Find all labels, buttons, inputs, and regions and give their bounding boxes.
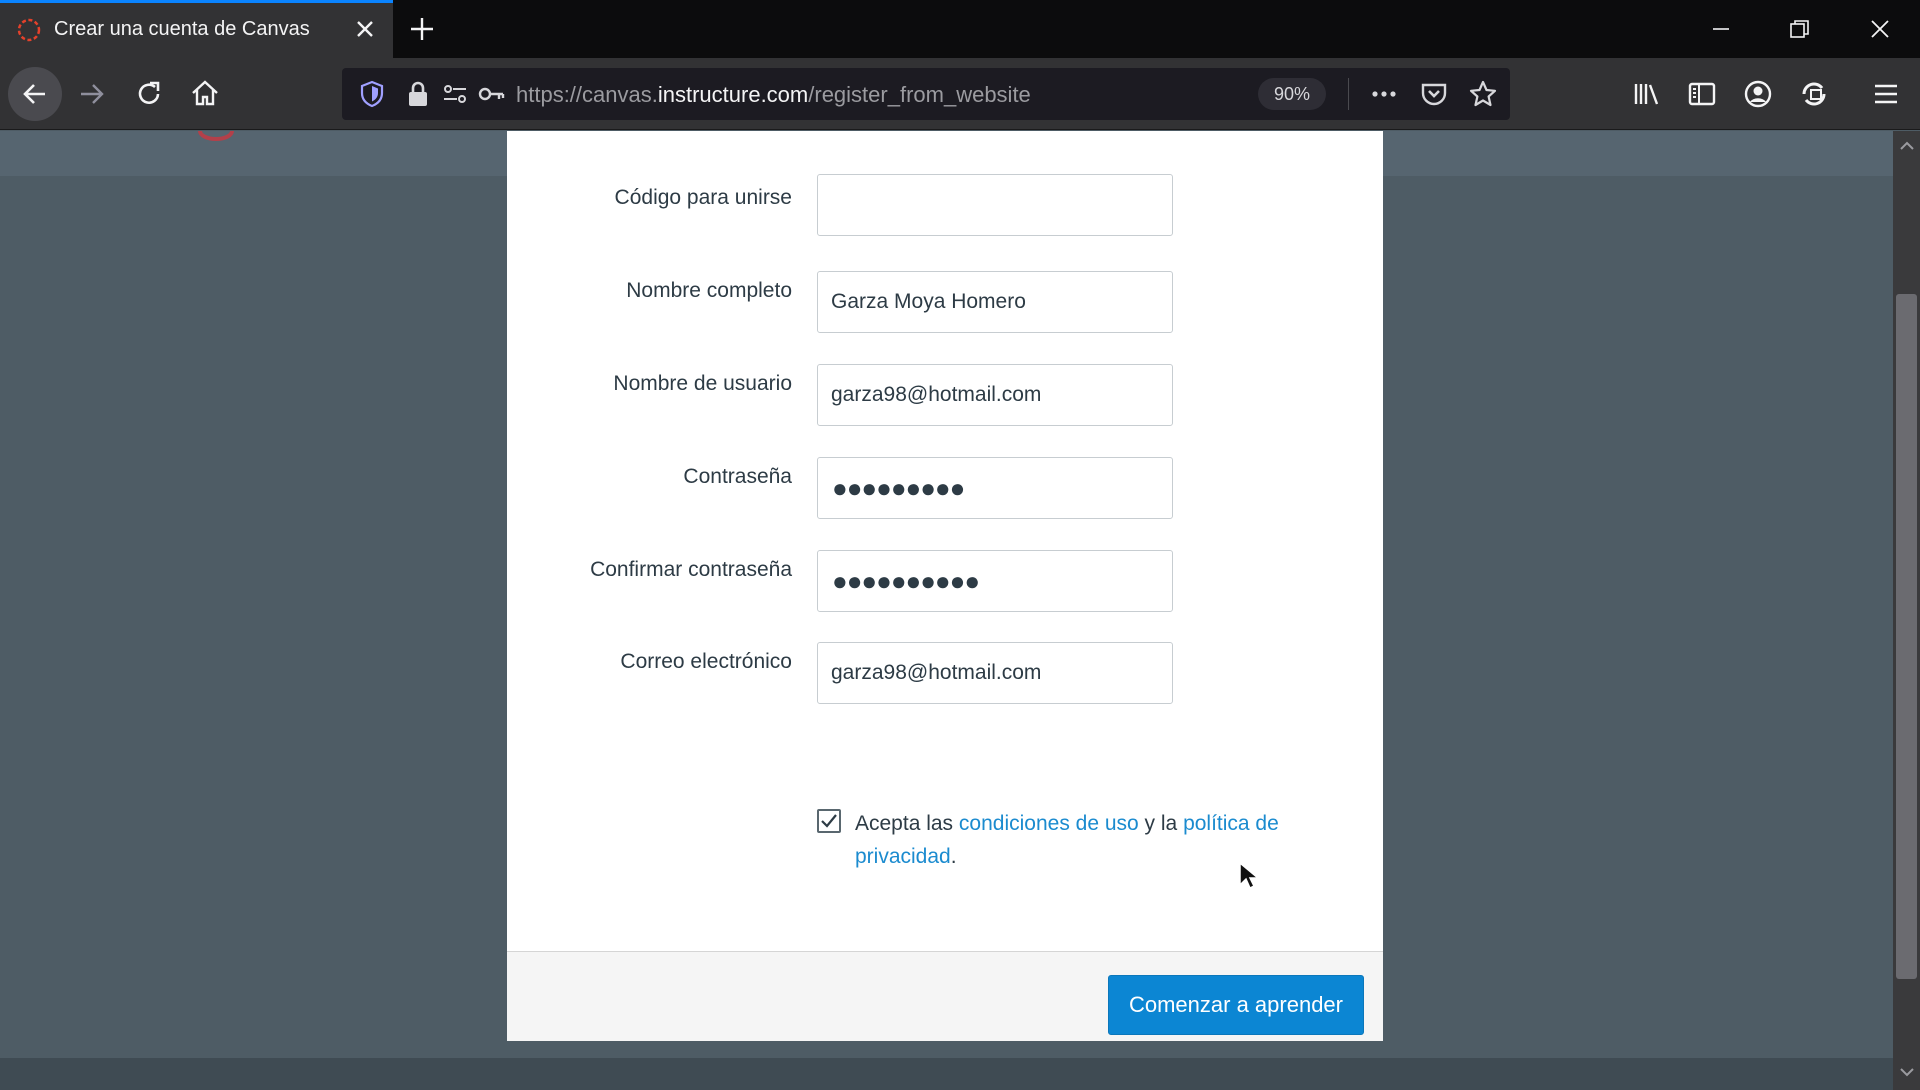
checkmark-icon [821,814,837,828]
arrow-left-icon [23,84,45,104]
navigation-toolbar: https://canvas.instructure.com/register_… [0,58,1920,130]
password-label: Contraseña [683,465,792,488]
username-label: Nombre de usuario [613,372,792,395]
scroll-up-icon[interactable] [1898,137,1916,155]
canvas-logo-icon [198,131,234,141]
forward-icon[interactable] [76,78,108,110]
registration-card: Código para unirse Nombre completo Nombr… [507,131,1383,1041]
mouse-cursor-icon [1239,861,1260,890]
full-name-row: Nombre completo [507,271,1383,333]
key-icon[interactable] [475,78,507,110]
page-scrollbar[interactable] [1893,131,1920,1090]
url-path: /register_from_website [808,82,1031,107]
terms-of-use-link[interactable]: condiciones de uso [959,812,1139,835]
url-bar[interactable]: https://canvas.instructure.com/register_… [342,68,1510,120]
url-host: instructure.com [657,82,809,107]
permissions-icon[interactable] [439,78,471,110]
password-row: Contraseña ●●●●●●●●● [507,457,1383,519]
terms-checkbox[interactable] [817,809,841,833]
pocket-icon[interactable] [1418,78,1450,110]
url-text[interactable]: https://canvas.instructure.com/register_… [516,82,1031,108]
page-actions-menu-icon[interactable] [1368,78,1400,110]
reload-icon[interactable] [133,78,165,110]
back-button[interactable] [8,67,62,121]
join-code-input[interactable] [817,174,1173,236]
page-viewport: Código para unirse Nombre completo Nombr… [0,131,1893,1090]
browser-tab-active[interactable]: Crear una cuenta de Canvas [0,0,393,58]
join-code-row: Código para unirse [507,174,1383,236]
email-row: Correo electrónico [507,642,1383,704]
zoom-indicator[interactable]: 90% [1258,78,1326,110]
page-footer [0,1058,1893,1090]
password-masked-value: ●●●●●●●●● [832,473,965,503]
form-footer: Comenzar a aprender [507,951,1383,1041]
library-icon[interactable] [1631,78,1663,110]
hamburger-menu-icon[interactable] [1870,78,1902,110]
tab-strip: Crear una cuenta de Canvas [0,0,1920,58]
join-code-label: Código para unirse [614,186,792,209]
sync-icon[interactable] [1798,78,1830,110]
url-bar-divider [1348,78,1349,110]
url-scheme: https://canvas. [516,82,658,107]
confirm-password-input[interactable]: ●●●●●●●●●● [817,550,1173,612]
tab-title: Crear una cuenta de Canvas [54,18,310,40]
confirm-password-row: Confirmar contraseña ●●●●●●●●●● [507,550,1383,612]
terms-middle: y la [1138,812,1184,835]
tracking-shield-icon[interactable] [356,78,388,110]
confirm-password-masked-value: ●●●●●●●●●● [832,566,980,596]
new-tab-icon[interactable] [408,15,436,43]
terms-suffix: . [950,845,957,868]
username-input[interactable] [817,364,1173,426]
confirm-password-label: Confirmar contraseña [590,558,792,581]
username-row: Nombre de usuario [507,364,1383,426]
password-input[interactable]: ●●●●●●●●● [817,457,1173,519]
scrollbar-thumb[interactable] [1896,294,1917,979]
canvas-logo-icon [17,18,41,42]
close-window-icon[interactable] [1865,14,1895,44]
sidebar-icon[interactable] [1686,78,1718,110]
lock-icon[interactable] [402,78,434,110]
start-learning-button[interactable]: Comenzar a aprender [1108,975,1364,1035]
tab-active-indicator [0,0,393,3]
terms-prefix: Acepta las [855,812,959,835]
email-label: Correo electrónico [620,650,792,673]
full-name-input[interactable] [817,271,1173,333]
bookmark-star-icon[interactable] [1467,78,1499,110]
close-tab-icon[interactable] [352,16,378,42]
scroll-down-icon[interactable] [1898,1063,1916,1081]
email-input[interactable] [817,642,1173,704]
home-icon[interactable] [189,77,221,109]
minimize-window-icon[interactable] [1706,14,1736,44]
full-name-label: Nombre completo [626,279,792,302]
account-icon[interactable] [1742,78,1774,110]
restore-window-icon[interactable] [1784,14,1814,44]
